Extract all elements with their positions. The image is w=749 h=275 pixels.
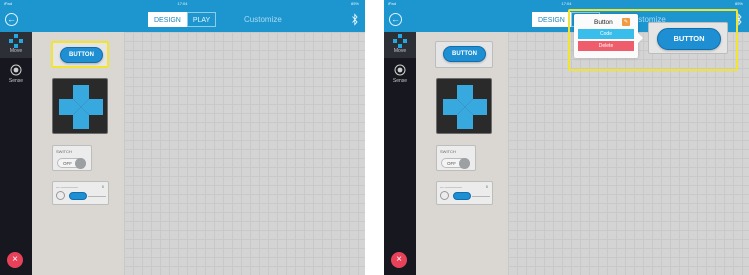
- placed-button[interactable]: BUTTON: [657, 28, 721, 50]
- slider-value: 0: [101, 184, 104, 189]
- pencil-icon[interactable]: ✎: [622, 18, 630, 26]
- palette-dpad-card[interactable]: [436, 78, 492, 134]
- sidebar-item-move[interactable]: Move: [384, 32, 416, 58]
- switch-label: SWITCH: [440, 149, 456, 154]
- sidebar-item-move[interactable]: Move: [0, 32, 32, 58]
- sidebar-item-sense[interactable]: Sense: [0, 62, 32, 88]
- switch-toggle[interactable]: OFF: [57, 158, 86, 169]
- dpad-control-icon: [443, 85, 487, 129]
- switch-state: OFF: [63, 161, 72, 166]
- sidebar-item-label: Sense: [8, 78, 24, 84]
- slider-value: 0: [485, 184, 488, 189]
- status-time: 17:04: [177, 1, 188, 6]
- dpad-icon: [9, 34, 23, 48]
- light-bulb-icon: [440, 191, 449, 200]
- sidebar-item-label: Sense: [392, 78, 408, 84]
- sidebar-item-label: Move: [9, 48, 23, 54]
- status-bar: iPad 17:04 85%: [384, 0, 749, 7]
- tab-design[interactable]: DESIGN: [532, 12, 571, 27]
- palette-button-card[interactable]: BUTTON: [51, 41, 109, 68]
- sidebar: Move Sense ×: [0, 32, 32, 275]
- tab-play[interactable]: PLAY: [186, 12, 217, 27]
- battery-label: 85%: [734, 1, 743, 6]
- page-title: Customize: [244, 15, 282, 24]
- slider-label: — —————: [440, 185, 462, 189]
- component-context-menu: Button ✎ Code Delete: [574, 14, 638, 58]
- ipad-screen-left: iPad 17:04 85% ← DESIGN PLAY Customize M…: [0, 0, 365, 275]
- switch-label: SWITCH: [56, 149, 72, 154]
- design-canvas[interactable]: [124, 32, 365, 275]
- menu-pointer: [638, 33, 643, 43]
- dpad-control-icon: [59, 85, 103, 129]
- ipad-screen-right: iPad 17:04 85% ← DESIGN PLAY Customize M…: [384, 0, 749, 275]
- sidebar: Move Sense ×: [384, 32, 416, 275]
- switch-state: OFF: [447, 161, 456, 166]
- slider-fill[interactable]: [69, 192, 87, 200]
- component-palette: BUTTON SWITCH OFF — ————— 0: [416, 32, 508, 275]
- sidebar-item-label: Move: [393, 48, 407, 54]
- top-bar: ← DESIGN PLAY Customize: [0, 7, 365, 32]
- mode-tabs: DESIGN PLAY: [148, 12, 217, 27]
- palette-switch-card[interactable]: SWITCH OFF: [436, 145, 476, 171]
- slider-track[interactable]: [472, 195, 490, 197]
- palette-button-card[interactable]: BUTTON: [435, 41, 493, 68]
- light-bulb-icon: [56, 191, 65, 200]
- battery-label: 85%: [350, 1, 359, 6]
- page: iPad 17:04 85% ← DESIGN PLAY Customize M…: [0, 0, 749, 275]
- sensor-icon: [10, 64, 22, 76]
- switch-knob: [75, 158, 86, 169]
- palette-dpad-card[interactable]: [52, 78, 108, 134]
- delete-button[interactable]: Delete: [578, 41, 634, 51]
- status-bar: iPad 17:04 85%: [0, 0, 365, 7]
- component-palette: BUTTON SWITCH OFF — ————— 0: [32, 32, 124, 275]
- slider-label: — —————: [56, 185, 78, 189]
- palette-slider-card[interactable]: — ————— 0: [52, 181, 109, 205]
- status-time: 17:04: [561, 1, 572, 6]
- bluetooth-icon[interactable]: [352, 13, 358, 26]
- palette-button[interactable]: BUTTON: [443, 46, 486, 62]
- palette-button[interactable]: BUTTON: [60, 47, 103, 63]
- switch-toggle[interactable]: OFF: [441, 158, 470, 169]
- dpad-icon: [393, 34, 407, 48]
- sidebar-item-sense[interactable]: Sense: [384, 62, 416, 88]
- tab-design[interactable]: DESIGN: [148, 12, 187, 27]
- code-button[interactable]: Code: [578, 29, 634, 39]
- slider-fill[interactable]: [453, 192, 471, 200]
- back-arrow-icon[interactable]: ←: [389, 13, 402, 26]
- palette-slider-card[interactable]: — ————— 0: [436, 181, 493, 205]
- placed-button-card[interactable]: BUTTON: [648, 22, 728, 54]
- back-arrow-icon[interactable]: ←: [5, 13, 18, 26]
- switch-knob: [459, 158, 470, 169]
- close-icon[interactable]: ×: [391, 252, 407, 268]
- component-name: Button: [594, 19, 613, 26]
- close-icon[interactable]: ×: [7, 252, 23, 268]
- palette-switch-card[interactable]: SWITCH OFF: [52, 145, 92, 171]
- slider-track[interactable]: [88, 195, 106, 197]
- sensor-icon: [394, 64, 406, 76]
